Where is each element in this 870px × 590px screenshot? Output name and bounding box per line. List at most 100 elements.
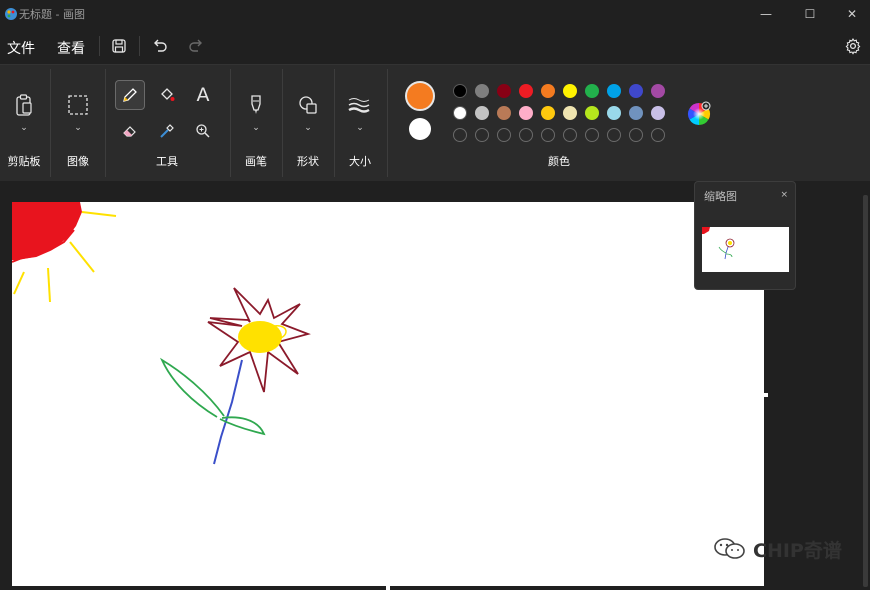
undo-button[interactable] (150, 36, 170, 56)
menu-view[interactable]: 查看 (57, 38, 85, 58)
wechat-icon (714, 538, 745, 559)
palette-color-swatch[interactable] (563, 84, 577, 98)
minimize-icon: — (760, 7, 772, 21)
empty-color-slot[interactable] (497, 128, 511, 142)
watermark-text: CHIP奇谱 (753, 539, 842, 562)
close-button[interactable]: ✕ (829, 0, 870, 28)
eraser-icon (123, 126, 136, 137)
palette-color-swatch[interactable] (541, 106, 555, 120)
group-label-colors: 颜色 (548, 155, 570, 168)
group-label-shapes: 形状 (297, 155, 319, 168)
minimize-button[interactable]: — (743, 0, 789, 28)
palette-color-swatch[interactable] (563, 106, 577, 120)
group-divider (282, 69, 283, 177)
empty-color-slot[interactable] (453, 128, 467, 142)
clipboard-chevron-down-icon[interactable]: ⌄ (20, 123, 28, 133)
save-icon (112, 39, 126, 53)
palette-color-swatch[interactable] (497, 106, 511, 120)
empty-color-slot[interactable] (607, 128, 621, 142)
empty-color-slot[interactable] (475, 128, 489, 142)
size-button[interactable] (346, 92, 372, 118)
palette-color-swatch[interactable] (607, 106, 621, 120)
save-button[interactable] (109, 36, 129, 56)
brushes-chevron-down-icon[interactable]: ⌄ (252, 123, 260, 133)
leaf-left (159, 357, 225, 418)
menu-divider (99, 36, 100, 56)
empty-color-slot[interactable] (563, 128, 577, 142)
watermark: CHIP奇谱 (713, 536, 842, 562)
primary-color-swatch[interactable] (405, 81, 435, 111)
empty-color-slot[interactable] (651, 128, 665, 142)
group-label-clipboard: 剪贴板 (7, 155, 41, 168)
sun-drawing (12, 202, 117, 303)
group-divider (50, 69, 51, 177)
settings-icon (845, 37, 861, 55)
thumbnail-close-icon[interactable]: × (780, 190, 788, 200)
secondary-color-swatch[interactable] (409, 118, 431, 140)
drawing-canvas[interactable] (12, 202, 764, 586)
undo-icon (154, 39, 167, 52)
magnifier-tool-button[interactable] (190, 118, 216, 144)
palette-color-swatch[interactable] (453, 106, 467, 120)
palette-color-swatch[interactable] (541, 84, 555, 98)
color-picker-icon (160, 124, 174, 138)
vertical-scrollbar[interactable] (863, 195, 868, 587)
thumbnail-drawing (702, 227, 735, 260)
group-divider (230, 69, 231, 177)
empty-color-slot[interactable] (519, 128, 533, 142)
palette-color-swatch[interactable] (519, 106, 533, 120)
brushes-button[interactable] (243, 92, 269, 118)
magnifier-icon (196, 124, 210, 138)
group-label-image: 图像 (67, 155, 89, 168)
palette-color-swatch[interactable] (453, 84, 467, 98)
empty-color-slot[interactable] (541, 128, 555, 142)
menu-divider (139, 36, 140, 56)
clipboard-icon (16, 94, 32, 116)
palette-color-swatch[interactable] (519, 84, 533, 98)
palette-color-swatch[interactable] (585, 84, 599, 98)
pencil-icon (123, 88, 137, 102)
window-title: 无标题 - 画图 (19, 8, 85, 21)
shapes-button[interactable] (295, 92, 321, 118)
group-label-tools: 工具 (156, 155, 178, 168)
text-tool-button[interactable]: A (190, 82, 216, 108)
settings-button[interactable] (843, 36, 863, 56)
selection-icon (68, 95, 88, 115)
palette-color-swatch[interactable] (497, 84, 511, 98)
menu-bar: 文件 查看 (0, 28, 870, 64)
empty-color-slot[interactable] (585, 128, 599, 142)
select-button[interactable] (65, 92, 91, 118)
image-chevron-down-icon[interactable]: ⌄ (74, 123, 82, 133)
pencil-tool-button[interactable] (115, 80, 145, 110)
palette-color-swatch[interactable] (585, 106, 599, 120)
shapes-chevron-down-icon[interactable]: ⌄ (304, 123, 312, 133)
title-bar: 无标题 - 画图 — ☐ ✕ (0, 0, 870, 28)
stem-stroke (213, 359, 243, 465)
ribbon-toolbar: ⌄ 剪贴板 ⌄ 图像 A 工具 ⌄ 画笔 ⌄ 形状 ⌄ 大小 颜色 (0, 64, 870, 181)
color-picker-tool-button[interactable] (154, 118, 180, 144)
palette-color-swatch[interactable] (629, 84, 643, 98)
palette-color-swatch[interactable] (475, 84, 489, 98)
size-chevron-down-icon[interactable]: ⌄ (356, 123, 364, 133)
group-divider (105, 69, 106, 177)
redo-icon (189, 39, 202, 52)
maximize-icon: ☐ (804, 7, 816, 21)
menu-file[interactable]: 文件 (7, 38, 35, 58)
palette-color-swatch[interactable] (629, 106, 643, 120)
palette-color-swatch[interactable] (651, 84, 665, 98)
fill-tool-button[interactable] (154, 82, 180, 108)
canvas-resize-handle-right[interactable] (764, 393, 768, 397)
clipboard-button[interactable] (11, 92, 37, 118)
maximize-button[interactable]: ☐ (787, 0, 833, 28)
empty-color-slot[interactable] (629, 128, 643, 142)
group-divider (334, 69, 335, 177)
palette-color-swatch[interactable] (475, 106, 489, 120)
edit-colors-button[interactable] (686, 101, 712, 127)
palette-color-swatch[interactable] (607, 84, 621, 98)
palette-color-swatch[interactable] (651, 106, 665, 120)
canvas-resize-handle-bottom[interactable] (386, 586, 390, 590)
redo-button[interactable] (186, 36, 206, 56)
eraser-tool-button[interactable] (117, 118, 143, 144)
group-label-size: 大小 (349, 155, 371, 168)
thumbnail-panel: 缩略图 × (694, 181, 796, 290)
